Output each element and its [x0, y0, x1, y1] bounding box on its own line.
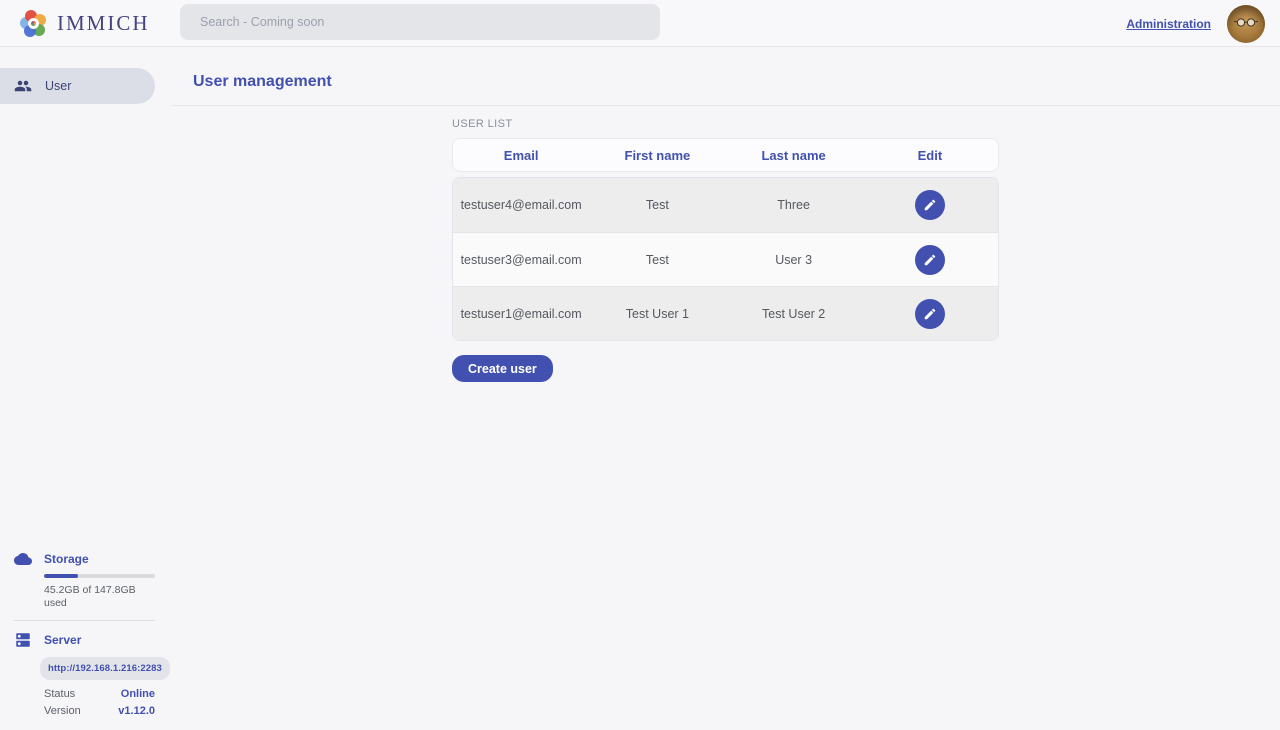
storage-progress-fill — [44, 574, 78, 578]
sidebar-nav: User — [0, 47, 155, 104]
status-label: Status — [44, 688, 75, 701]
server-icon — [14, 631, 32, 649]
storage-progress-bar — [44, 574, 155, 578]
pencil-icon — [923, 253, 937, 267]
user-list-panel: USER LIST Email First name Last name Edi… — [452, 118, 999, 382]
cell-first-name: Test — [589, 253, 725, 267]
cloud-icon — [14, 550, 32, 568]
column-header-edit: Edit — [862, 148, 998, 163]
cell-last-name: Test User 2 — [726, 307, 862, 321]
cell-edit — [862, 245, 998, 275]
edit-user-button[interactable] — [915, 245, 945, 275]
table-row: testuser1@email.com Test User 1 Test Use… — [453, 286, 998, 340]
server-status-row: Status Online — [44, 688, 155, 701]
sidebar-item-label: User — [45, 79, 71, 93]
version-label: Version — [44, 705, 81, 718]
storage-title: Storage — [44, 552, 89, 566]
create-user-button[interactable]: Create user — [452, 355, 553, 382]
server-section-header: Server — [14, 631, 155, 649]
table-row: testuser3@email.com Test User 3 — [453, 232, 998, 286]
table-header: Email First name Last name Edit — [452, 138, 999, 172]
status-value: Online — [121, 688, 155, 701]
cell-first-name: Test User 1 — [589, 307, 725, 321]
storage-usage-text: 45.2GB of 147.8GB used — [44, 584, 155, 610]
cell-email: testuser3@email.com — [453, 253, 589, 267]
cell-last-name: Three — [726, 198, 862, 212]
edit-user-button[interactable] — [915, 190, 945, 220]
search-input[interactable] — [180, 4, 660, 40]
user-table: testuser4@email.com Test Three testuser3… — [452, 177, 999, 341]
storage-section-header: Storage — [14, 550, 155, 568]
cell-email: testuser1@email.com — [453, 307, 589, 321]
page-title: User management — [193, 73, 332, 91]
sidebar-status-panel: Storage 45.2GB of 147.8GB used Server ht… — [0, 550, 155, 730]
sidebar-divider — [14, 620, 155, 621]
administration-link[interactable]: Administration — [1126, 17, 1211, 31]
cell-first-name: Test — [589, 198, 725, 212]
cell-edit — [862, 190, 998, 220]
server-url-chip: http://192.168.1.216:2283 — [40, 657, 170, 680]
app-logo[interactable]: IMMICH — [20, 10, 150, 37]
edit-user-button[interactable] — [915, 299, 945, 329]
table-row: testuser4@email.com Test Three — [453, 178, 998, 232]
content-area: USER LIST Email First name Last name Edi… — [171, 118, 1280, 382]
avatar-glasses — [1233, 18, 1259, 27]
user-avatar[interactable] — [1227, 5, 1265, 43]
immich-logo-icon — [20, 10, 47, 37]
server-title: Server — [44, 633, 81, 647]
sidebar: User Storage 45.2GB of 147.8GB used Serv… — [0, 47, 155, 730]
server-version-row: Version v1.12.0 — [44, 705, 155, 718]
logo-center-dot — [31, 21, 36, 26]
cell-last-name: User 3 — [726, 253, 862, 267]
pencil-icon — [923, 307, 937, 321]
cell-edit — [862, 299, 998, 329]
page-title-bar: User management — [171, 47, 1280, 106]
sidebar-item-user[interactable]: User — [0, 68, 155, 104]
cell-email: testuser4@email.com — [453, 198, 589, 212]
brand-name: IMMICH — [57, 11, 150, 36]
user-list-label: USER LIST — [452, 118, 999, 131]
pencil-icon — [923, 198, 937, 212]
top-bar: IMMICH Administration — [0, 0, 1280, 47]
users-icon — [14, 77, 32, 95]
column-header-first-name: First name — [589, 148, 725, 163]
column-header-email: Email — [453, 148, 589, 163]
version-value: v1.12.0 — [118, 705, 155, 718]
topbar-right: Administration — [1126, 0, 1265, 47]
main-content: User management USER LIST Email First na… — [155, 47, 1280, 730]
column-header-last-name: Last name — [726, 148, 862, 163]
